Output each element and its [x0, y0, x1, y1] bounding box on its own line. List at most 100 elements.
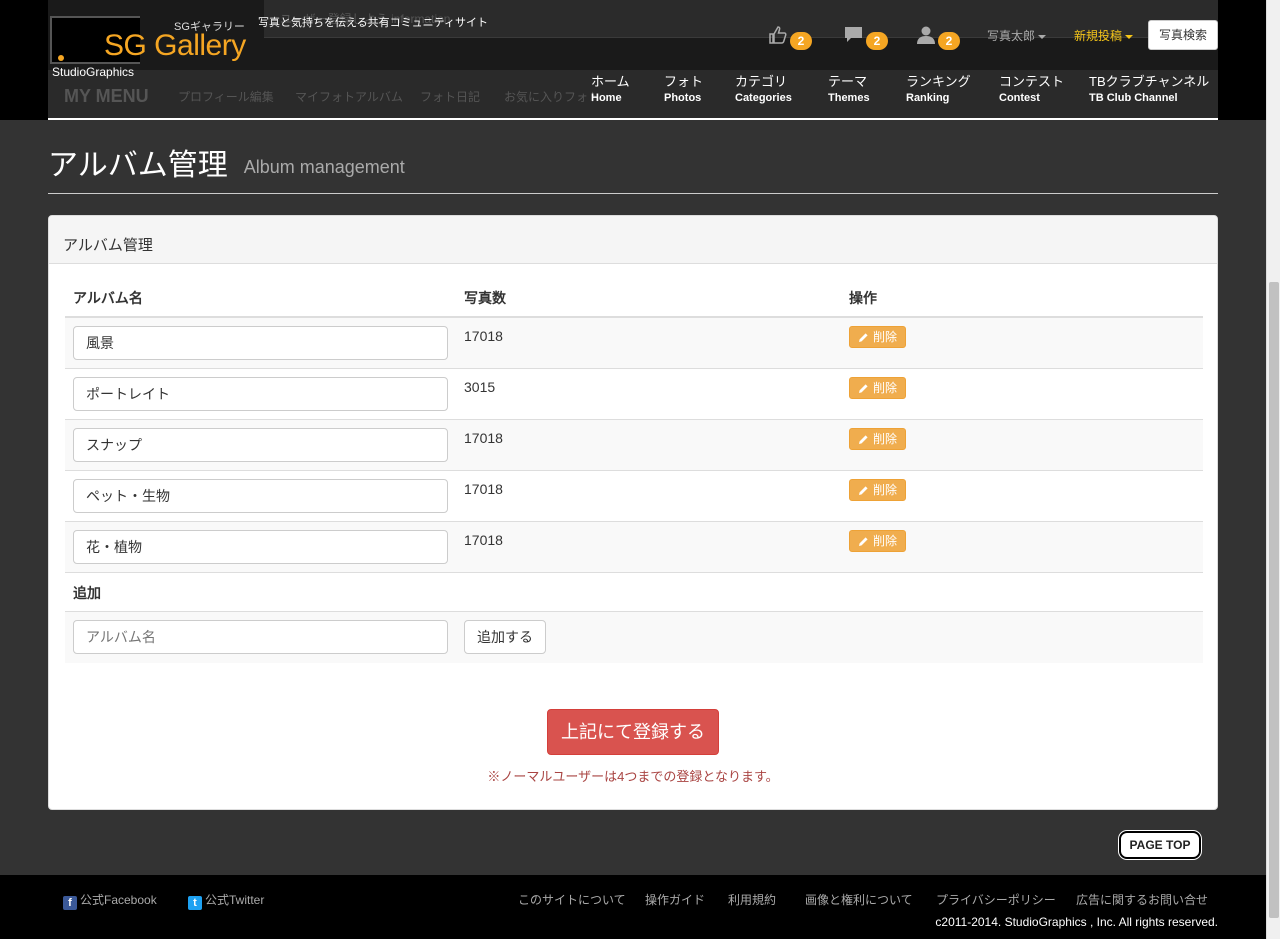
album-name-input[interactable]	[73, 428, 448, 462]
nav-label-jp: フォト	[664, 74, 704, 89]
nav-item-themes[interactable]: テーマ Themes	[828, 71, 870, 104]
my-menu-title: MY MENU	[64, 86, 149, 106]
album-name-input[interactable]	[73, 530, 448, 564]
new-post-label: 新規投稿	[1074, 29, 1123, 43]
footer-link-about[interactable]: このサイトについて	[518, 891, 626, 908]
footer-link-ad-contact[interactable]: 広告に関するお問い合せ	[1076, 891, 1208, 908]
twitter-icon: t	[188, 896, 202, 910]
nav-item-tb-club-channel[interactable]: TBクラブチャンネル TB Club Channel	[1089, 71, 1209, 104]
likes-badge: 2	[790, 32, 812, 50]
title-divider	[48, 193, 1218, 194]
add-section-header: 追加	[65, 572, 1203, 612]
album-management-panel: アルバム管理 アルバム名 写真数 操作 17018 削除 3015 削除 1	[48, 215, 1218, 810]
nav-label-jp: テーマ	[828, 74, 868, 89]
action-cell: 削除	[841, 316, 1203, 369]
photo-count: 17018	[464, 430, 503, 446]
album-name-cell	[65, 316, 456, 369]
photo-count: 17018	[464, 532, 503, 548]
my-menu-item-diary[interactable]: フォト日記	[420, 88, 480, 105]
page-title: アルバム管理 Album management	[48, 140, 405, 184]
my-menu-item-favorites[interactable]: お気に入りフォト	[504, 88, 600, 105]
panel-heading-text: アルバム管理	[63, 237, 153, 254]
photo-count-cell: 17018	[456, 470, 841, 522]
thumbs-up-icon	[769, 26, 787, 44]
album-table: アルバム名 写真数 操作 17018 削除 3015 削除 17018 削除	[65, 280, 1203, 663]
footer-link-privacy[interactable]: プライバシーポリシー	[936, 891, 1056, 908]
page-title-jp: アルバム管理	[48, 149, 228, 182]
user-icon	[917, 26, 935, 44]
table-row: 3015 削除	[65, 368, 1203, 420]
footer-link-guide[interactable]: 操作ガイド	[645, 891, 705, 908]
nav-label-en: Contest	[999, 92, 1040, 104]
pencil-icon	[859, 486, 868, 495]
nav-label-en: Themes	[828, 92, 870, 104]
photo-count: 17018	[464, 481, 503, 497]
delete-label: 削除	[873, 330, 898, 344]
photo-count-cell: 17018	[456, 316, 841, 369]
footer-link-image-rights[interactable]: 画像と権利について	[805, 891, 913, 908]
comment-icon	[845, 27, 862, 42]
panel-heading: アルバム管理	[49, 216, 1217, 264]
my-menu-item-profile[interactable]: プロフィール編集	[178, 88, 274, 105]
photo-count: 17018	[464, 328, 503, 344]
twitter-link[interactable]: t 公式Twitter	[188, 891, 264, 910]
page-top-button[interactable]: PAGE TOP	[1119, 831, 1201, 859]
table-row: 17018 削除	[65, 316, 1203, 369]
chevron-down-icon	[1125, 34, 1134, 39]
delete-button[interactable]: 削除	[849, 530, 907, 552]
pencil-icon	[859, 537, 868, 546]
chevron-down-icon	[1038, 34, 1047, 39]
delete-label: 削除	[873, 483, 898, 497]
album-name-cell	[65, 368, 456, 420]
delete-button[interactable]: 削除	[849, 377, 907, 399]
facebook-link[interactable]: f 公式Facebook	[63, 891, 157, 910]
nav-item-contest[interactable]: コンテスト Contest	[999, 71, 1064, 104]
table-row: 17018 削除	[65, 419, 1203, 471]
action-cell: 削除	[841, 419, 1203, 471]
photo-count-cell: 17018	[456, 521, 841, 573]
album-name-cell	[65, 470, 456, 522]
registration-limit-note: ※ノーマルユーザーは4つまでの登録となります。	[487, 769, 779, 784]
delete-button[interactable]: 削除	[849, 479, 907, 501]
column-header-actions: 操作	[841, 280, 1203, 318]
nav-label-jp: ランキング	[906, 74, 971, 89]
nav-label-en: Photos	[664, 92, 702, 104]
follows-badge: 2	[938, 32, 960, 50]
nav-label-jp: カテゴリ	[735, 74, 788, 89]
my-menu-item-album[interactable]: マイフォトアルバム	[295, 88, 403, 105]
photo-count: 3015	[464, 379, 496, 395]
nav-item-photos[interactable]: フォト Photos	[664, 71, 703, 104]
footer-link-terms[interactable]: 利用規約	[728, 891, 776, 908]
new-album-name-input[interactable]	[73, 620, 448, 654]
delete-label: 削除	[873, 534, 898, 548]
user-name: 写真太郎	[987, 29, 1036, 43]
action-cell: 削除	[841, 470, 1203, 522]
album-name-input[interactable]	[73, 377, 448, 411]
vertical-scrollbar[interactable]	[1266, 0, 1280, 939]
logo-studio: StudioGraphics	[52, 65, 135, 79]
nav-label-en: Categories	[735, 92, 792, 104]
nav-item-categories[interactable]: カテゴリ Categories	[735, 71, 792, 104]
table-row: 17018 削除	[65, 470, 1203, 522]
pencil-icon	[859, 333, 868, 342]
add-row: 追加する	[65, 611, 1203, 663]
photo-search-button[interactable]: 写真検索	[1148, 20, 1218, 50]
table-header-row: アルバム名 写真数 操作	[65, 280, 1203, 318]
user-menu-dropdown[interactable]: 写真太郎	[987, 27, 1047, 44]
delete-button[interactable]: 削除	[849, 326, 907, 348]
register-submit-button[interactable]: 上記にて登録する	[547, 709, 719, 755]
scrollbar-thumb[interactable]	[1269, 282, 1279, 918]
nav-label-jp: コンテスト	[999, 74, 1065, 89]
delete-label: 削除	[873, 381, 898, 395]
album-name-input[interactable]	[73, 479, 448, 513]
nav-item-ranking[interactable]: ランキング Ranking	[906, 71, 971, 104]
new-post-dropdown[interactable]: 新規投稿	[1074, 27, 1134, 44]
site-logo[interactable]: SGギャラリー SG Gallery StudioGraphics	[48, 14, 248, 80]
nav-item-home[interactable]: ホーム Home	[591, 71, 630, 104]
photo-count-cell: 17018	[456, 419, 841, 471]
nav-label-jp: TBクラブチャンネル	[1089, 74, 1210, 89]
add-album-button[interactable]: 追加する	[464, 620, 546, 654]
delete-button[interactable]: 削除	[849, 428, 907, 450]
column-header-album-name: アルバム名	[65, 280, 456, 318]
album-name-input[interactable]	[73, 326, 448, 360]
